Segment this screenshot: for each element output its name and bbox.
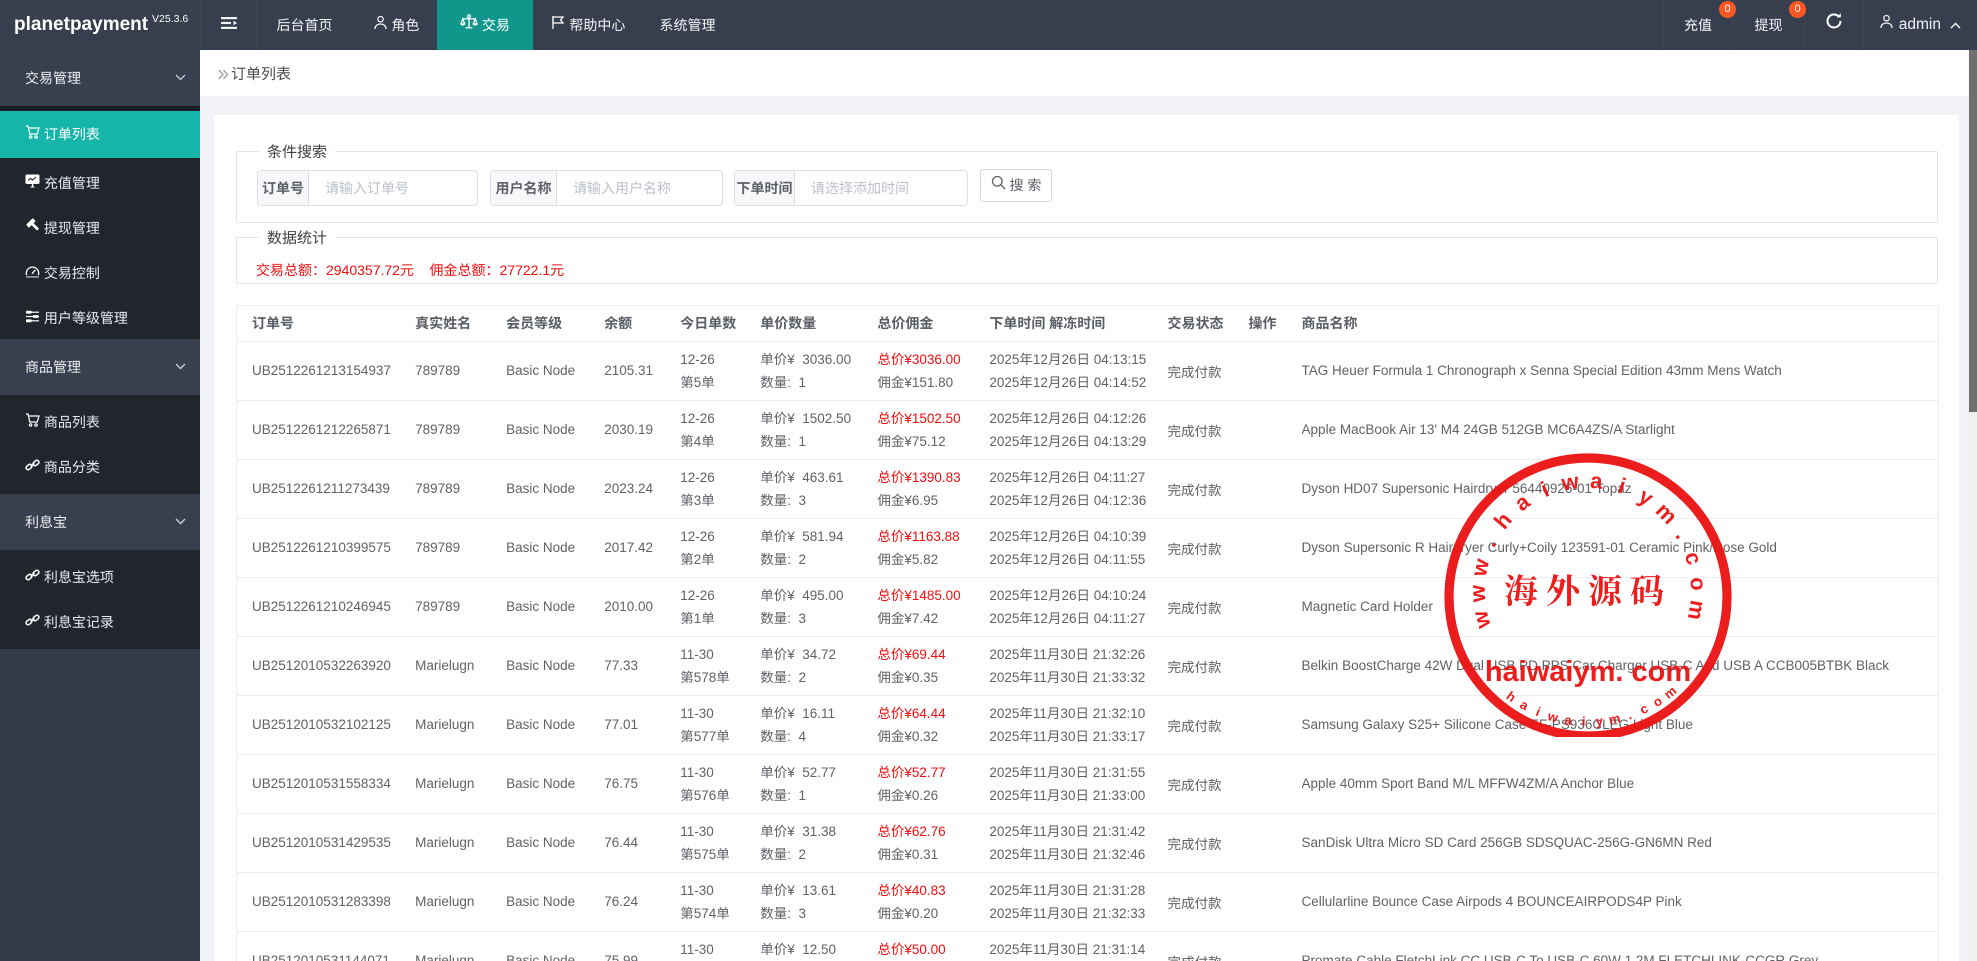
svg-text:m: m [1683,598,1711,622]
svg-text:.: . [1670,525,1695,543]
svg-text:.: . [1625,707,1633,722]
svg-text:m: m [1651,498,1683,529]
svg-text:w: w [1465,584,1490,604]
svg-text:w: w [1467,607,1496,632]
svg-text:i: i [1537,477,1552,502]
svg-text:a: a [1510,488,1535,516]
svg-text:o: o [1685,576,1711,591]
svg-text:haiwaiym. com: haiwaiym. com [1485,656,1691,688]
svg-text:h: h [1489,507,1517,533]
svg-text:y: y [1595,713,1604,729]
svg-text:.: . [1476,534,1501,550]
svg-text:o: o [1650,693,1665,710]
svg-text:w: w [1559,468,1582,496]
svg-text:a: a [1518,697,1532,714]
svg-text:a: a [1589,468,1604,494]
svg-text:w: w [1466,556,1494,580]
svg-text:w: w [1545,708,1561,726]
svg-text:i: i [1582,714,1586,729]
svg-text:y: y [1634,483,1658,511]
svg-text:a: a [1563,712,1573,728]
svg-text:i: i [1615,473,1629,499]
svg-text:海外源码: 海外源码 [1504,564,1672,613]
svg-text:m: m [1607,710,1621,727]
svg-text:i: i [1534,704,1543,719]
svg-text:c: c [1637,701,1650,718]
svg-text:h: h [1504,688,1519,705]
svg-text:c: c [1680,549,1708,568]
